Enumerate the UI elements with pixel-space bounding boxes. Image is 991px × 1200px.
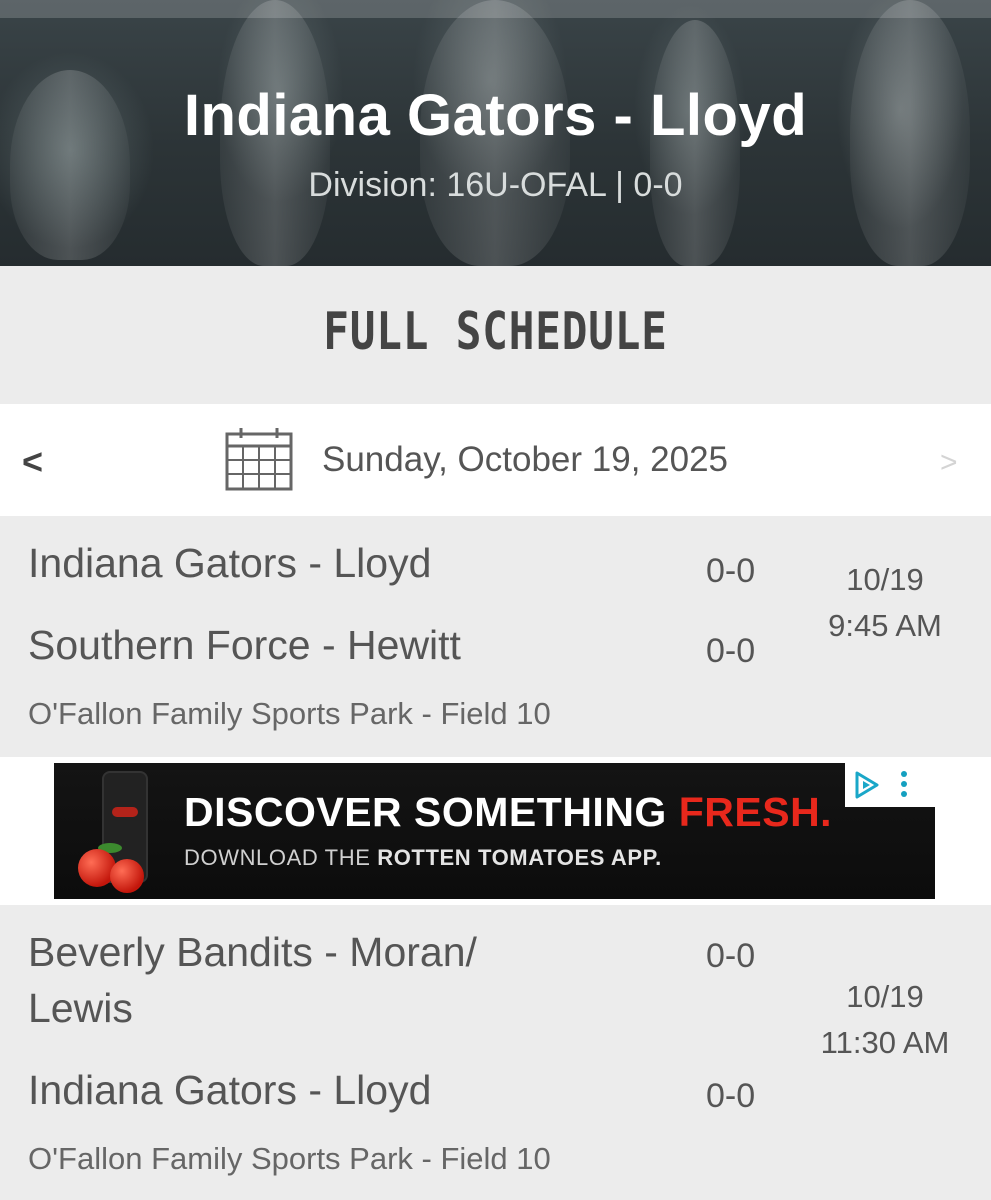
home-team-name-line2[interactable]: Lewis — [28, 985, 133, 1032]
home-team-record: 0-0 — [706, 937, 756, 975]
away-team-record: 0-0 — [706, 632, 756, 670]
ad-headline-main: DISCOVER SOMETHING — [184, 789, 679, 835]
division-record: Division: 16U-OFAL | 0-0 — [308, 166, 683, 204]
game-venue[interactable]: O'Fallon Family Sports Park - Field 10 — [28, 696, 551, 732]
away-team-name[interactable]: Indiana Gators - Lloyd — [28, 1067, 431, 1114]
home-team-name[interactable]: Indiana Gators - Lloyd — [28, 540, 431, 587]
game-date: 10/19 — [846, 562, 924, 597]
game-time: 11:30 AM — [820, 1025, 950, 1060]
more-vertical-icon[interactable] — [901, 767, 907, 801]
game-card[interactable]: Indiana Gators - Lloyd 0-0 Southern Forc… — [0, 516, 991, 757]
next-day-button[interactable]: > — [940, 446, 958, 480]
section-title: FULL SCHEDULE — [323, 302, 668, 362]
ad-headline-accent: FRESH. — [678, 789, 833, 835]
previous-day-button[interactable]: < — [22, 441, 43, 483]
game-card[interactable]: Beverly Bandits - Moran/ Lewis 0-0 India… — [0, 905, 991, 1200]
ad-sub-brand: ROTTEN TOMATOES APP. — [377, 845, 662, 870]
ad-banner[interactable]: DISCOVER SOMETHING FRESH. DOWNLOAD THE R… — [54, 763, 935, 899]
ad-choices-icon[interactable] — [851, 769, 883, 801]
team-title: Indiana Gators - Lloyd — [183, 83, 808, 148]
home-team-record: 0-0 — [706, 552, 756, 590]
ad-subline: DOWNLOAD THE ROTTEN TOMATOES APP. — [184, 845, 662, 871]
away-team-name[interactable]: Southern Force - Hewitt — [28, 622, 461, 669]
selected-date[interactable]: Sunday, October 19, 2025 — [322, 440, 728, 480]
game-time: 9:45 AM — [828, 608, 942, 643]
game-date: 10/19 — [846, 979, 924, 1014]
ad-choices-badge[interactable] — [845, 763, 935, 807]
ad-headline: DISCOVER SOMETHING FRESH. — [184, 789, 832, 836]
game-venue[interactable]: O'Fallon Family Sports Park - Field 10 — [28, 1141, 551, 1177]
ad-sub-prefix: DOWNLOAD THE — [184, 845, 378, 870]
calendar-icon[interactable] — [224, 426, 294, 492]
tomato-image — [110, 859, 144, 893]
home-team-name-line1[interactable]: Beverly Bandits - Moran/ — [28, 929, 477, 976]
away-team-record: 0-0 — [706, 1077, 756, 1115]
